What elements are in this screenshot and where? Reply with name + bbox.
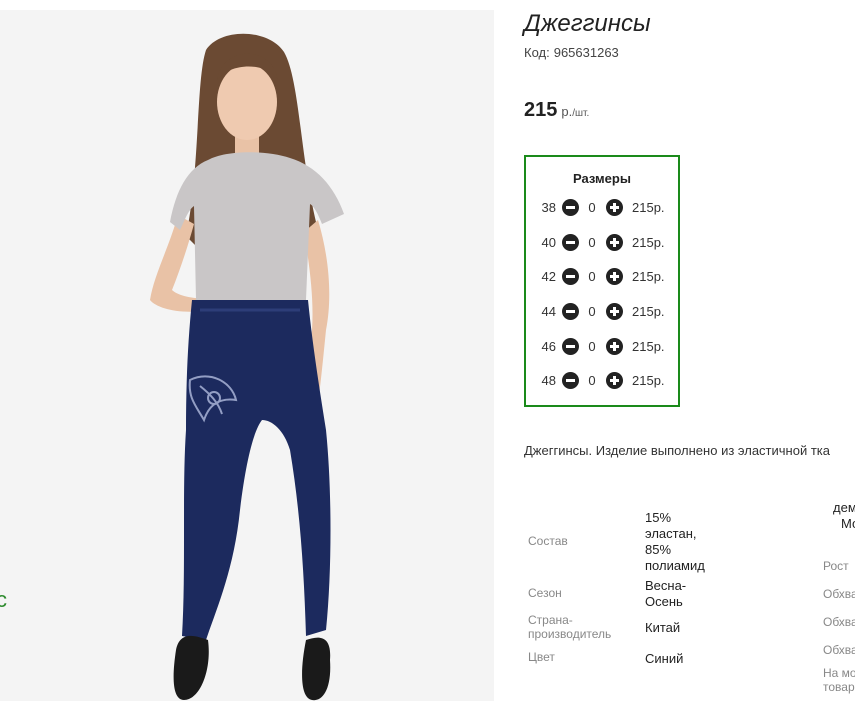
size-price: 215р. [632,200,665,215]
code-value: 965631263 [553,45,619,60]
size-value: 44 [541,304,556,319]
size-value: 42 [541,269,556,284]
quantity-value: 0 [588,339,596,354]
plus-circle-icon[interactable] [606,338,623,355]
attr-value-color: Синий [645,651,684,666]
price-amount: 215 [524,99,558,121]
quantity-value: 0 [588,304,596,319]
size-row: 46 0 215р. [526,337,678,357]
price-currency: р. [561,104,573,119]
minus-circle-icon[interactable] [562,372,579,389]
size-price: 215р. [632,304,665,319]
size-price: 215р. [632,339,665,354]
plus-circle-icon[interactable] [606,303,623,320]
price-per: /шт. [572,108,590,119]
size-row: 48 0 215р. [526,371,678,391]
model-param-label: Обхва [823,615,855,629]
plus-circle-icon[interactable] [606,234,623,251]
model-param-label: Обхва [823,587,855,601]
model-illustration [0,10,494,701]
size-value: 46 [541,339,556,354]
sizes-panel: Размеры 38 0 215р. 40 0 215р. 42 0 215р.… [524,155,680,407]
product-description: Джеггинсы. Изделие выполнено из эластичн… [524,443,830,458]
sizes-title: Размеры [573,171,631,186]
minus-circle-icon[interactable] [562,338,579,355]
minus-circle-icon[interactable] [562,199,579,216]
size-value: 38 [541,200,556,215]
product-code: Код: 965631263 [524,45,619,60]
model-params-heading-1: дем [833,500,855,515]
size-price: 215р. [632,373,665,388]
plus-circle-icon[interactable] [606,372,623,389]
attr-value-composition: 15% эластан, 85% полиамид [645,510,705,573]
size-row: 44 0 215р. [526,302,678,322]
quantity-value: 0 [588,235,596,250]
product-photo[interactable] [0,10,494,701]
attr-value-country: Китай [645,620,681,635]
model-param-label: товар [823,680,855,694]
attr-label-country: Страна-производитель [528,613,612,641]
size-row: 40 0 215р. [526,233,678,253]
plus-circle-icon[interactable] [606,268,623,285]
minus-circle-icon[interactable] [562,234,579,251]
quantity-value: 0 [588,373,596,388]
attr-value-season: Весна-Осень [645,578,687,609]
size-value: 48 [541,373,556,388]
edge-glyph: с [0,587,7,612]
minus-circle-icon[interactable] [562,268,579,285]
plus-circle-icon[interactable] [606,199,623,216]
product-price: 215 р./шт. [524,99,589,122]
size-price: 215р. [632,269,665,284]
code-label: Код: [524,45,550,60]
model-param-label: Обхва [823,643,855,657]
product-title: Джеггинсы [524,10,651,37]
size-price: 215р. [632,235,665,250]
price-unit: р./шт. [561,104,589,119]
quantity-value: 0 [588,200,596,215]
model-params-heading-2: Мо [841,516,855,531]
size-row: 38 0 215р. [526,198,678,218]
model-param-label: На мо [823,666,855,680]
attr-label-color: Цвет [528,650,555,664]
attr-label-season: Сезон [528,586,562,600]
size-row: 42 0 215р. [526,267,678,287]
minus-circle-icon[interactable] [562,303,579,320]
model-param-label: Рост [823,559,849,573]
quantity-value: 0 [588,269,596,284]
attr-label-composition: Состав [528,534,568,548]
size-value: 40 [541,235,556,250]
